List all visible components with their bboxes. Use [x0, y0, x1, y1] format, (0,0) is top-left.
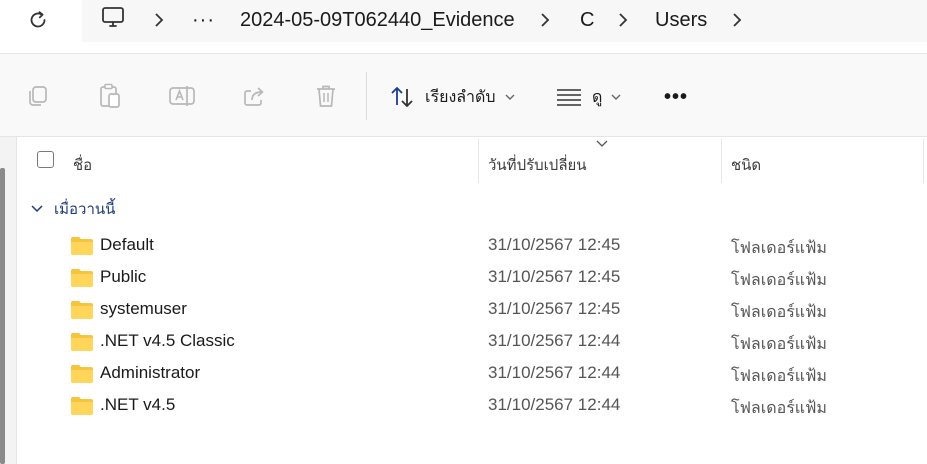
folder-icon — [71, 365, 93, 383]
select-all-checkbox[interactable] — [37, 151, 54, 168]
file-type: โฟลเดอร์แฟ้ม — [731, 368, 827, 385]
command-bar: เรียงลำดับ ดู ••• — [0, 54, 927, 136]
chevron-right-icon — [541, 13, 550, 27]
file-date: 31/10/2567 12:44 — [488, 363, 621, 382]
copy-button[interactable] — [24, 82, 52, 110]
breadcrumb-item-c[interactable]: C — [580, 0, 594, 40]
file-date: 31/10/2567 12:45 — [488, 299, 621, 318]
folder-icon — [71, 269, 93, 287]
column-divider[interactable] — [478, 139, 479, 183]
list-view-icon — [557, 89, 581, 106]
address-bar: ··· 2024-05-09T062440_Evidence C Users — [0, 0, 927, 54]
file-name: Public — [100, 267, 147, 286]
sort-button[interactable]: เรียงลำดับ — [389, 80, 516, 114]
table-row[interactable]: Public 31/10/2567 12:45 โฟลเดอร์แฟ้ม — [17, 262, 927, 294]
file-name: Default — [100, 235, 154, 254]
sort-descending-icon — [596, 140, 608, 147]
file-date: 31/10/2567 12:45 — [488, 235, 621, 254]
folder-icon — [71, 301, 93, 319]
rename-icon — [169, 86, 195, 106]
chevron-right-icon — [155, 13, 164, 27]
toolbar-separator — [366, 72, 367, 120]
chevron-down-icon — [505, 94, 515, 100]
column-header-type[interactable]: ชนิด — [731, 153, 761, 177]
share-button[interactable] — [240, 82, 268, 110]
folder-icon — [71, 237, 93, 255]
chevron-right-icon — [619, 13, 628, 27]
file-type: โฟลเดอร์แฟ้ม — [731, 240, 827, 257]
view-label: ดู — [592, 88, 603, 106]
monitor-icon — [102, 7, 124, 27]
group-header-yesterday[interactable]: เมื่อวานนี้ — [30, 196, 115, 222]
more-icon: ••• — [664, 85, 689, 108]
sort-label: เรียงลำดับ — [425, 88, 496, 106]
chevron-down-icon — [31, 205, 43, 213]
column-header-row: ชื่อ วันที่ปรับเปลี่ยน ชนิด — [17, 137, 927, 185]
column-divider[interactable] — [721, 139, 722, 183]
file-name: .NET v4.5 — [100, 395, 176, 414]
file-type: โฟลเดอร์แฟ้ม — [731, 272, 827, 289]
file-type: โฟลเดอร์แฟ้ม — [731, 400, 827, 417]
file-type: โฟลเดอร์แฟ้ม — [731, 304, 827, 321]
file-date: 31/10/2567 12:44 — [488, 395, 621, 414]
view-button[interactable]: ดู — [556, 80, 622, 114]
breadcrumb: ··· 2024-05-09T062440_Evidence C Users — [82, 0, 927, 42]
more-options-button[interactable]: ••• — [664, 80, 688, 114]
table-row[interactable]: Administrator 31/10/2567 12:44 โฟลเดอร์แ… — [17, 358, 927, 390]
column-header-modified[interactable]: วันที่ปรับเปลี่ยน — [488, 153, 587, 177]
navigation-scrollbar[interactable] — [0, 168, 5, 464]
table-row[interactable]: systemuser 31/10/2567 12:45 โฟลเดอร์แฟ้ม — [17, 294, 927, 326]
column-divider[interactable] — [923, 139, 924, 183]
breadcrumb-item-users[interactable]: Users — [655, 0, 707, 40]
folder-icon — [71, 333, 93, 351]
column-header-name[interactable]: ชื่อ — [73, 153, 92, 177]
group-label: เมื่อวานนี้ — [54, 201, 116, 218]
this-pc-button[interactable] — [100, 6, 130, 34]
refresh-icon — [30, 11, 46, 28]
table-row[interactable]: Default 31/10/2567 12:45 โฟลเดอร์แฟ้ม — [17, 230, 927, 262]
file-name: Administrator — [100, 363, 201, 382]
breadcrumb-overflow-button[interactable]: ··· — [192, 0, 215, 40]
rename-button[interactable] — [168, 82, 196, 110]
chevron-right-icon[interactable] — [730, 12, 744, 28]
file-date: 31/10/2567 12:44 — [488, 331, 621, 350]
delete-button[interactable] — [312, 82, 340, 110]
file-type: โฟลเดอร์แฟ้ม — [731, 336, 827, 353]
sort-icon — [391, 87, 413, 107]
trash-icon — [317, 85, 335, 107]
paste-button[interactable] — [96, 82, 124, 110]
copy-icon — [29, 86, 47, 106]
file-name: .NET v4.5 Classic — [100, 331, 235, 350]
file-date: 31/10/2567 12:45 — [488, 267, 621, 286]
paste-icon — [100, 83, 120, 108]
share-icon — [244, 87, 264, 106]
table-row[interactable]: .NET v4.5 Classic 31/10/2567 12:44 โฟลเด… — [17, 326, 927, 358]
folder-icon — [71, 397, 93, 415]
file-name: systemuser — [100, 299, 187, 318]
refresh-button[interactable] — [24, 6, 52, 34]
breadcrumb-item-evidence[interactable]: 2024-05-09T062440_Evidence — [240, 0, 515, 40]
chevron-down-icon — [611, 94, 621, 100]
table-row[interactable]: .NET v4.5 31/10/2567 12:44 โฟลเดอร์แฟ้ม — [17, 390, 927, 422]
